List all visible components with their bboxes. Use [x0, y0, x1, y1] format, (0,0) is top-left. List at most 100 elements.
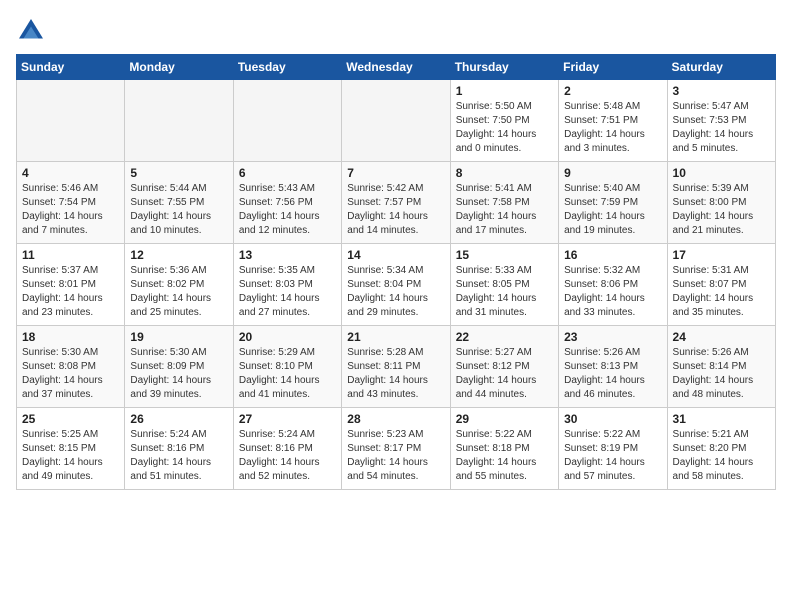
calendar-cell: 26 Sunrise: 5:24 AMSunset: 8:16 PMDayligh… [125, 408, 233, 490]
calendar-cell [17, 80, 125, 162]
calendar-header-row: SundayMondayTuesdayWednesdayThursdayFrid… [17, 55, 776, 80]
calendar-cell: 8 Sunrise: 5:41 AMSunset: 7:58 PMDaylight… [450, 162, 558, 244]
weekday-header: Monday [125, 55, 233, 80]
day-info: Sunrise: 5:40 AMSunset: 7:59 PMDaylight:… [564, 182, 661, 238]
day-info: Sunrise: 5:35 AMSunset: 8:03 PMDaylight:… [239, 264, 336, 320]
weekday-header: Friday [559, 55, 667, 80]
day-info: Sunrise: 5:32 AMSunset: 8:06 PMDaylight:… [564, 264, 661, 320]
day-info: Sunrise: 5:50 AMSunset: 7:50 PMDaylight:… [456, 100, 553, 156]
day-info: Sunrise: 5:34 AMSunset: 8:04 PMDaylight:… [347, 264, 444, 320]
header [16, 16, 776, 46]
calendar-cell: 22 Sunrise: 5:27 AMSunset: 8:12 PMDayligh… [450, 326, 558, 408]
calendar-cell: 16 Sunrise: 5:32 AMSunset: 8:06 PMDayligh… [559, 244, 667, 326]
day-number: 2 [564, 84, 661, 98]
week-row: 1 Sunrise: 5:50 AMSunset: 7:50 PMDaylight… [17, 80, 776, 162]
day-info: Sunrise: 5:39 AMSunset: 8:00 PMDaylight:… [673, 182, 770, 238]
page-container: SundayMondayTuesdayWednesdayThursdayFrid… [0, 0, 792, 498]
day-number: 25 [22, 412, 119, 426]
calendar-cell: 12 Sunrise: 5:36 AMSunset: 8:02 PMDayligh… [125, 244, 233, 326]
calendar-cell: 31Sunrise: 5:21 AMSunset: 8:20 PMDayligh… [667, 408, 775, 490]
week-row: 11Sunrise: 5:37 AMSunset: 8:01 PMDayligh… [17, 244, 776, 326]
weekday-header: Tuesday [233, 55, 341, 80]
calendar-cell: 17Sunrise: 5:31 AMSunset: 8:07 PMDayligh… [667, 244, 775, 326]
weekday-header: Saturday [667, 55, 775, 80]
logo [16, 16, 50, 46]
calendar-cell: 24Sunrise: 5:26 AMSunset: 8:14 PMDayligh… [667, 326, 775, 408]
day-info: Sunrise: 5:23 AMSunset: 8:17 PMDaylight:… [347, 428, 444, 484]
day-number: 5 [130, 166, 227, 180]
day-info: Sunrise: 5:44 AMSunset: 7:55 PMDaylight:… [130, 182, 227, 238]
calendar-cell: 5 Sunrise: 5:44 AMSunset: 7:55 PMDaylight… [125, 162, 233, 244]
day-number: 10 [673, 166, 770, 180]
week-row: 25 Sunrise: 5:25 AMSunset: 8:15 PMDayligh… [17, 408, 776, 490]
day-number: 15 [456, 248, 553, 262]
day-number: 6 [239, 166, 336, 180]
day-number: 1 [456, 84, 553, 98]
day-info: Sunrise: 5:26 AMSunset: 8:14 PMDaylight:… [673, 346, 770, 402]
day-number: 9 [564, 166, 661, 180]
day-number: 4 [22, 166, 119, 180]
calendar-cell: 23Sunrise: 5:26 AMSunset: 8:13 PMDayligh… [559, 326, 667, 408]
day-info: Sunrise: 5:43 AMSunset: 7:56 PMDaylight:… [239, 182, 336, 238]
calendar-cell: 30 Sunrise: 5:22 AMSunset: 8:19 PMDayligh… [559, 408, 667, 490]
day-info: Sunrise: 5:37 AMSunset: 8:01 PMDaylight:… [22, 264, 119, 320]
calendar-cell: 19 Sunrise: 5:30 AMSunset: 8:09 PMDayligh… [125, 326, 233, 408]
day-info: Sunrise: 5:27 AMSunset: 8:12 PMDaylight:… [456, 346, 553, 402]
calendar-cell [125, 80, 233, 162]
day-info: Sunrise: 5:48 AMSunset: 7:51 PMDaylight:… [564, 100, 661, 156]
week-row: 18 Sunrise: 5:30 AMSunset: 8:08 PMDayligh… [17, 326, 776, 408]
day-info: Sunrise: 5:24 AMSunset: 8:16 PMDaylight:… [239, 428, 336, 484]
day-number: 26 [130, 412, 227, 426]
calendar-cell: 27 Sunrise: 5:24 AMSunset: 8:16 PMDayligh… [233, 408, 341, 490]
day-number: 3 [673, 84, 770, 98]
day-number: 17 [673, 248, 770, 262]
day-number: 19 [130, 330, 227, 344]
calendar-cell: 29 Sunrise: 5:22 AMSunset: 8:18 PMDayligh… [450, 408, 558, 490]
calendar-cell: 21Sunrise: 5:28 AMSunset: 8:11 PMDayligh… [342, 326, 450, 408]
day-number: 12 [130, 248, 227, 262]
day-info: Sunrise: 5:28 AMSunset: 8:11 PMDaylight:… [347, 346, 444, 402]
logo-icon [16, 16, 46, 46]
calendar-cell [342, 80, 450, 162]
calendar-cell: 6 Sunrise: 5:43 AMSunset: 7:56 PMDaylight… [233, 162, 341, 244]
calendar-cell: 15 Sunrise: 5:33 AMSunset: 8:05 PMDayligh… [450, 244, 558, 326]
day-info: Sunrise: 5:33 AMSunset: 8:05 PMDaylight:… [456, 264, 553, 320]
day-number: 20 [239, 330, 336, 344]
calendar-cell: 28 Sunrise: 5:23 AMSunset: 8:17 PMDayligh… [342, 408, 450, 490]
day-number: 22 [456, 330, 553, 344]
day-number: 18 [22, 330, 119, 344]
calendar-cell: 11Sunrise: 5:37 AMSunset: 8:01 PMDayligh… [17, 244, 125, 326]
day-info: Sunrise: 5:36 AMSunset: 8:02 PMDaylight:… [130, 264, 227, 320]
day-number: 28 [347, 412, 444, 426]
day-info: Sunrise: 5:29 AMSunset: 8:10 PMDaylight:… [239, 346, 336, 402]
day-number: 7 [347, 166, 444, 180]
calendar-cell: 2 Sunrise: 5:48 AMSunset: 7:51 PMDaylight… [559, 80, 667, 162]
calendar-cell: 3 Sunrise: 5:47 AMSunset: 7:53 PMDaylight… [667, 80, 775, 162]
day-info: Sunrise: 5:21 AMSunset: 8:20 PMDaylight:… [673, 428, 770, 484]
day-info: Sunrise: 5:24 AMSunset: 8:16 PMDaylight:… [130, 428, 227, 484]
day-info: Sunrise: 5:30 AMSunset: 8:09 PMDaylight:… [130, 346, 227, 402]
day-info: Sunrise: 5:41 AMSunset: 7:58 PMDaylight:… [456, 182, 553, 238]
calendar-cell [233, 80, 341, 162]
day-number: 23 [564, 330, 661, 344]
calendar-cell: 4 Sunrise: 5:46 AMSunset: 7:54 PMDaylight… [17, 162, 125, 244]
day-info: Sunrise: 5:46 AMSunset: 7:54 PMDaylight:… [22, 182, 119, 238]
calendar-cell: 20 Sunrise: 5:29 AMSunset: 8:10 PMDayligh… [233, 326, 341, 408]
day-info: Sunrise: 5:25 AMSunset: 8:15 PMDaylight:… [22, 428, 119, 484]
day-info: Sunrise: 5:47 AMSunset: 7:53 PMDaylight:… [673, 100, 770, 156]
day-number: 27 [239, 412, 336, 426]
day-info: Sunrise: 5:22 AMSunset: 8:18 PMDaylight:… [456, 428, 553, 484]
week-row: 4 Sunrise: 5:46 AMSunset: 7:54 PMDaylight… [17, 162, 776, 244]
calendar-cell: 18 Sunrise: 5:30 AMSunset: 8:08 PMDayligh… [17, 326, 125, 408]
day-number: 30 [564, 412, 661, 426]
day-number: 8 [456, 166, 553, 180]
calendar-cell: 13 Sunrise: 5:35 AMSunset: 8:03 PMDayligh… [233, 244, 341, 326]
calendar: SundayMondayTuesdayWednesdayThursdayFrid… [16, 54, 776, 490]
day-number: 13 [239, 248, 336, 262]
day-info: Sunrise: 5:42 AMSunset: 7:57 PMDaylight:… [347, 182, 444, 238]
day-number: 29 [456, 412, 553, 426]
calendar-cell: 14Sunrise: 5:34 AMSunset: 8:04 PMDayligh… [342, 244, 450, 326]
day-info: Sunrise: 5:30 AMSunset: 8:08 PMDaylight:… [22, 346, 119, 402]
day-number: 16 [564, 248, 661, 262]
day-info: Sunrise: 5:22 AMSunset: 8:19 PMDaylight:… [564, 428, 661, 484]
